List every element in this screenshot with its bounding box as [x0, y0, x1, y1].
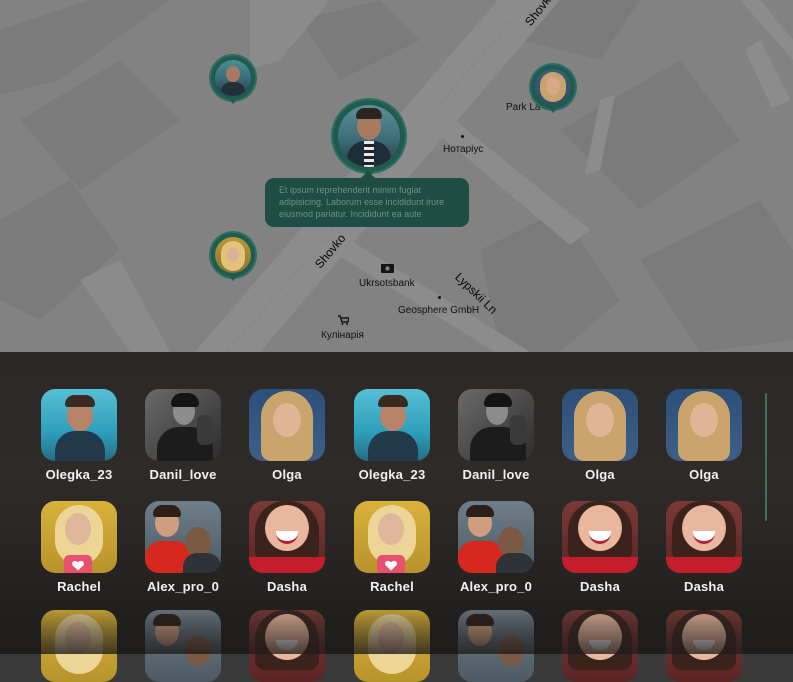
- poi-kulinaria: Кулінарія: [321, 315, 364, 341]
- user-name: Danil_love: [462, 467, 530, 482]
- user-card[interactable]: Dasha: [562, 501, 638, 594]
- avatar: [458, 501, 534, 573]
- avatar: [666, 389, 742, 461]
- map-pin-user[interactable]: [211, 233, 255, 285]
- avatar: [249, 610, 325, 682]
- user-card[interactable]: [562, 610, 638, 682]
- avatar: [535, 69, 571, 105]
- user-card[interactable]: Olegka_23: [354, 389, 430, 482]
- avatar: [41, 389, 117, 461]
- user-name: Olga: [585, 467, 615, 482]
- map-pin-user[interactable]: [531, 65, 575, 117]
- user-card[interactable]: [145, 610, 221, 682]
- user-card[interactable]: Dasha: [249, 501, 325, 594]
- user-card[interactable]: Dasha: [666, 501, 742, 594]
- user-name: Olegka_23: [358, 467, 426, 482]
- bank-icon: [381, 264, 394, 273]
- user-name: Danil_love: [149, 467, 217, 482]
- avatar: [249, 389, 325, 461]
- user-card[interactable]: Danil_love: [458, 389, 534, 482]
- message-bubble: Et ipsum reprehenderit minim fugiat adip…: [265, 171, 469, 227]
- avatar: [215, 60, 251, 96]
- avatar: [354, 501, 430, 573]
- user-name: Rachel: [370, 579, 414, 594]
- user-card[interactable]: Olga: [666, 389, 742, 482]
- user-name: Alex_pro_0: [146, 579, 220, 594]
- avatar: [666, 610, 742, 682]
- avatar: [145, 501, 221, 573]
- heart-icon: [385, 560, 397, 570]
- avatar: [666, 501, 742, 573]
- scrollbar[interactable]: [765, 393, 767, 521]
- favorite-badge[interactable]: [377, 555, 405, 573]
- user-name: Dasha: [266, 579, 308, 594]
- avatar: [338, 105, 400, 167]
- user-name: Dasha: [683, 579, 725, 594]
- avatar: [562, 610, 638, 682]
- avatar: [249, 501, 325, 573]
- avatar: [145, 610, 221, 682]
- avatar: [354, 610, 430, 682]
- avatar: [145, 389, 221, 461]
- avatar: [458, 389, 534, 461]
- user-card[interactable]: Olegka_23: [41, 389, 117, 482]
- map-pin-selected-user[interactable]: [333, 100, 405, 182]
- user-card[interactable]: Alex_pro_0: [145, 501, 221, 594]
- shopping-cart-icon: [338, 315, 349, 325]
- user-card[interactable]: [354, 610, 430, 682]
- poi-notarius: Нотаріус: [443, 135, 483, 155]
- user-card[interactable]: [249, 610, 325, 682]
- user-card[interactable]: Olga: [562, 389, 638, 482]
- avatar: [354, 389, 430, 461]
- avatar: [41, 610, 117, 682]
- user-card[interactable]: Rachel: [354, 501, 430, 594]
- avatar: [562, 389, 638, 461]
- user-card[interactable]: Alex_pro_0: [458, 501, 534, 594]
- user-card[interactable]: Danil_love: [145, 389, 221, 482]
- user-card[interactable]: Olga: [249, 389, 325, 482]
- poi-ukrsotsbank: Ukrsotsbank: [359, 264, 415, 289]
- user-card[interactable]: [458, 610, 534, 682]
- avatar: [215, 237, 251, 273]
- user-card[interactable]: [41, 610, 117, 682]
- user-name: Olga: [689, 467, 719, 482]
- avatar: [458, 610, 534, 682]
- map-pin-user[interactable]: [211, 56, 255, 108]
- avatar: [41, 501, 117, 573]
- heart-icon: [72, 560, 84, 570]
- user-name: Olga: [272, 467, 302, 482]
- avatar: [562, 501, 638, 573]
- favorite-badge[interactable]: [64, 555, 92, 573]
- user-name: Dasha: [579, 579, 621, 594]
- user-name: Alex_pro_0: [459, 579, 533, 594]
- user-card[interactable]: [666, 610, 742, 682]
- user-name: Olegka_23: [45, 467, 113, 482]
- poi-geosphere: Geosphere GmbH: [398, 296, 479, 316]
- user-card[interactable]: Rachel: [41, 501, 117, 594]
- map-view[interactable]: Shovko Shovko Lypskii Ln Park La Нотаріу…: [0, 0, 793, 352]
- user-name: Rachel: [57, 579, 101, 594]
